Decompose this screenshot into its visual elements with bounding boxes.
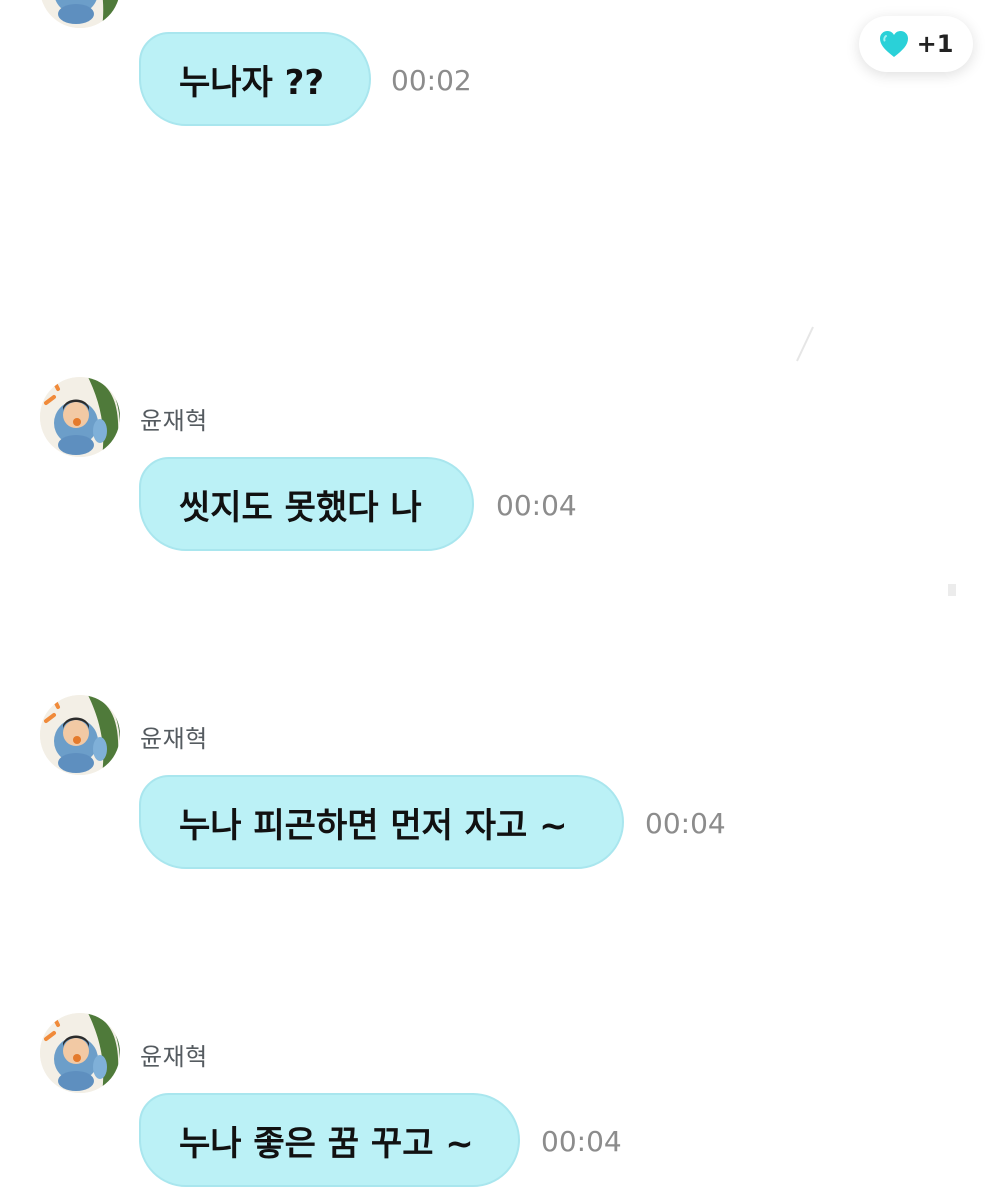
message-bubble[interactable]: 누나자 ?? — [139, 32, 371, 126]
reaction-count: +1 — [916, 30, 954, 58]
message-bubble[interactable]: 씻지도 못했다 나 — [139, 457, 474, 551]
message-time: 00:04 — [541, 1125, 622, 1158]
avatar[interactable] — [40, 1013, 120, 1093]
avatar-image — [40, 0, 120, 28]
chat-screen: 누나자 ?? 00:02 +1 윤재혁 씻지도 못했다 나 00:04 윤재혁 … — [0, 0, 999, 1200]
artifact-mark — [796, 326, 814, 362]
avatar[interactable] — [40, 695, 120, 775]
message-time: 00:02 — [391, 64, 472, 97]
reaction-badge[interactable]: +1 — [859, 16, 973, 72]
message-time: 00:04 — [496, 489, 577, 522]
sender-name: 윤재혁 — [140, 1043, 208, 1071]
sender-name: 윤재혁 — [140, 725, 208, 753]
heart-icon — [879, 31, 908, 57]
avatar[interactable] — [40, 377, 120, 457]
message-bubble[interactable]: 누나 피곤하면 먼저 자고 ~ — [139, 775, 624, 869]
avatar-image — [40, 695, 120, 775]
message-bubble[interactable]: 누나 좋은 꿈 꾸고 ~ — [139, 1093, 520, 1187]
message-time: 00:04 — [645, 807, 726, 840]
avatar-image — [40, 1013, 120, 1093]
avatar-image — [40, 377, 120, 457]
artifact-mark — [948, 584, 956, 596]
sender-name: 윤재혁 — [140, 407, 208, 435]
avatar[interactable] — [40, 0, 120, 28]
